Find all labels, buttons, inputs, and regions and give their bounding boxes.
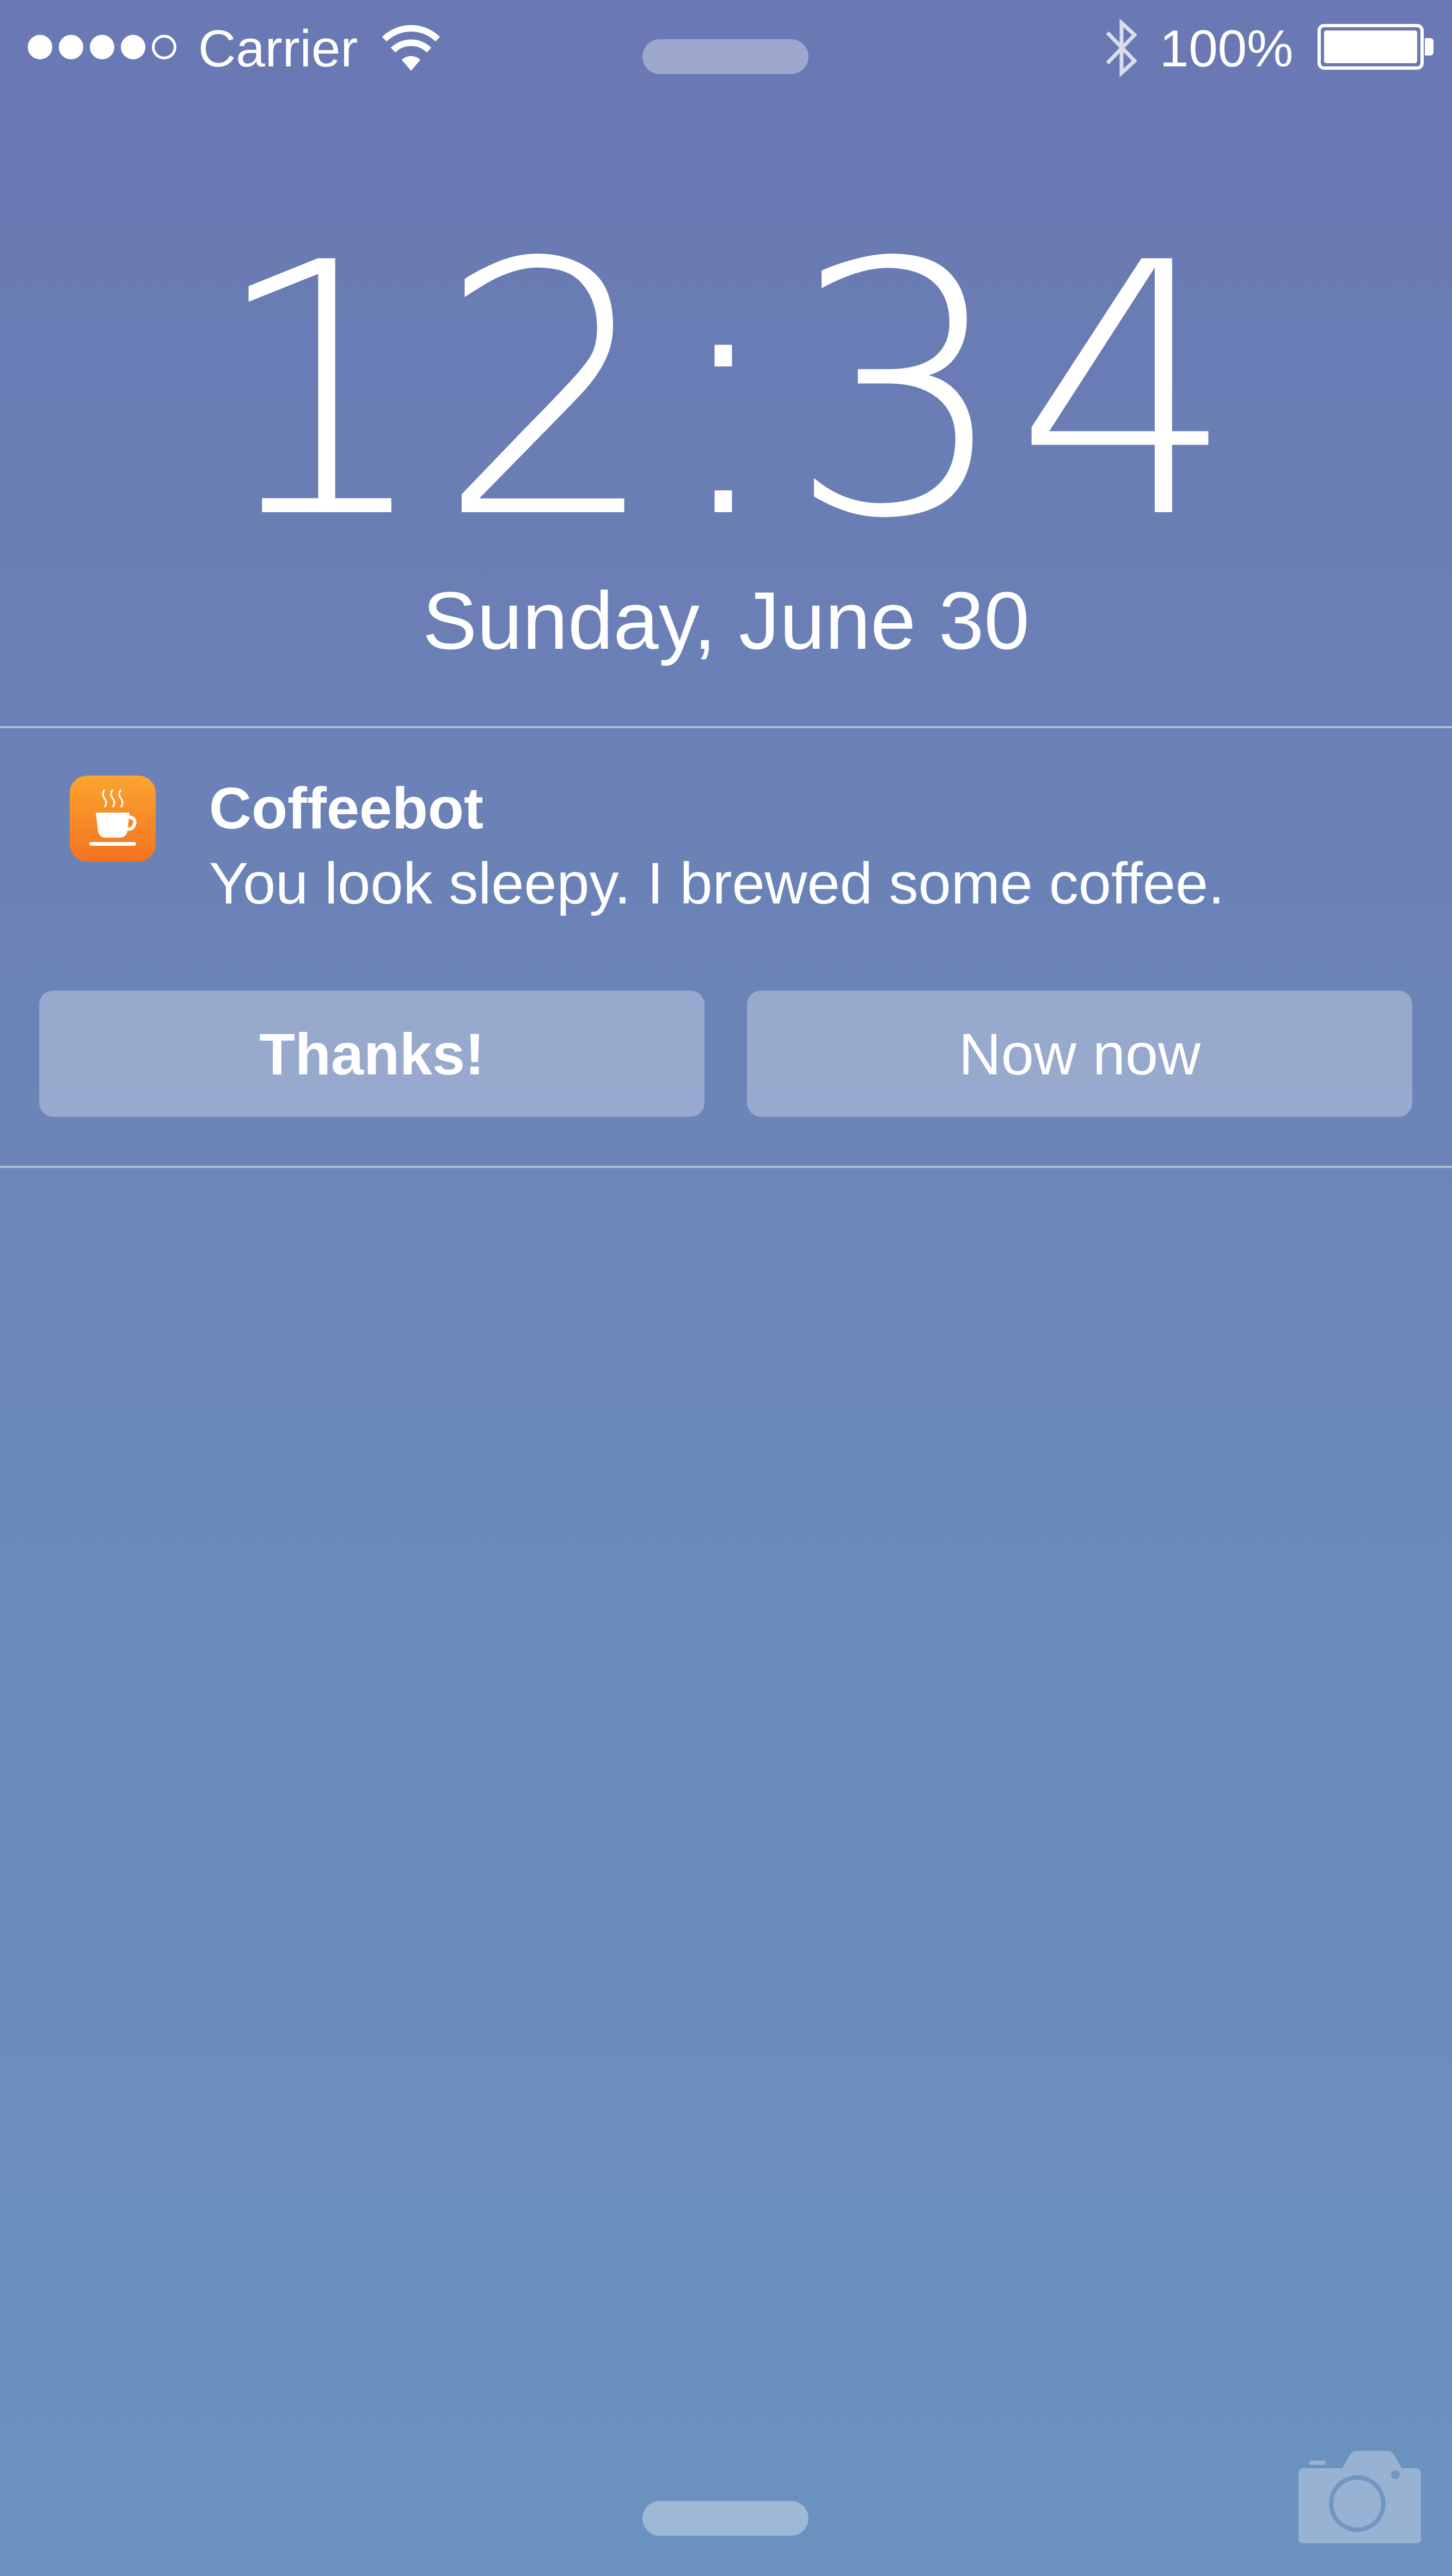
coffee-cup-icon	[89, 789, 137, 846]
battery-icon	[1318, 24, 1424, 70]
control-center-grabber[interactable]	[642, 2501, 808, 2536]
notification-message: You look sleepy. I brewed some coffee.	[209, 850, 1225, 916]
signal-dot	[28, 35, 52, 59]
thanks-button[interactable]: Thanks!	[39, 991, 704, 1117]
status-bar: Carrier 100%	[0, 0, 1452, 98]
battery-terminal	[1425, 38, 1433, 56]
carrier-name: Carrier	[198, 20, 358, 78]
camera-icon[interactable]	[1293, 2446, 1424, 2544]
now-now-button[interactable]: Now now	[747, 991, 1412, 1117]
lock-screen-clock: 12:34	[210, 189, 1242, 594]
signal-dot-empty	[152, 35, 176, 59]
battery-level-fill	[1324, 30, 1417, 63]
notification-app-name: Coffeebot	[209, 775, 483, 841]
signal-strength-indicator	[28, 35, 176, 59]
signal-dot	[59, 35, 83, 59]
notification-top-divider	[0, 726, 1452, 728]
battery-percentage: 100%	[1160, 20, 1294, 78]
wifi-icon	[382, 24, 440, 71]
notification-center-grabber[interactable]	[642, 39, 808, 74]
lock-screen-date: Sunday, June 30	[422, 575, 1030, 666]
notification-bottom-divider	[0, 1166, 1452, 1168]
app-icon[interactable]	[70, 776, 156, 862]
bluetooth-icon	[1106, 19, 1138, 77]
signal-dot	[121, 35, 145, 59]
signal-dot	[90, 35, 114, 59]
